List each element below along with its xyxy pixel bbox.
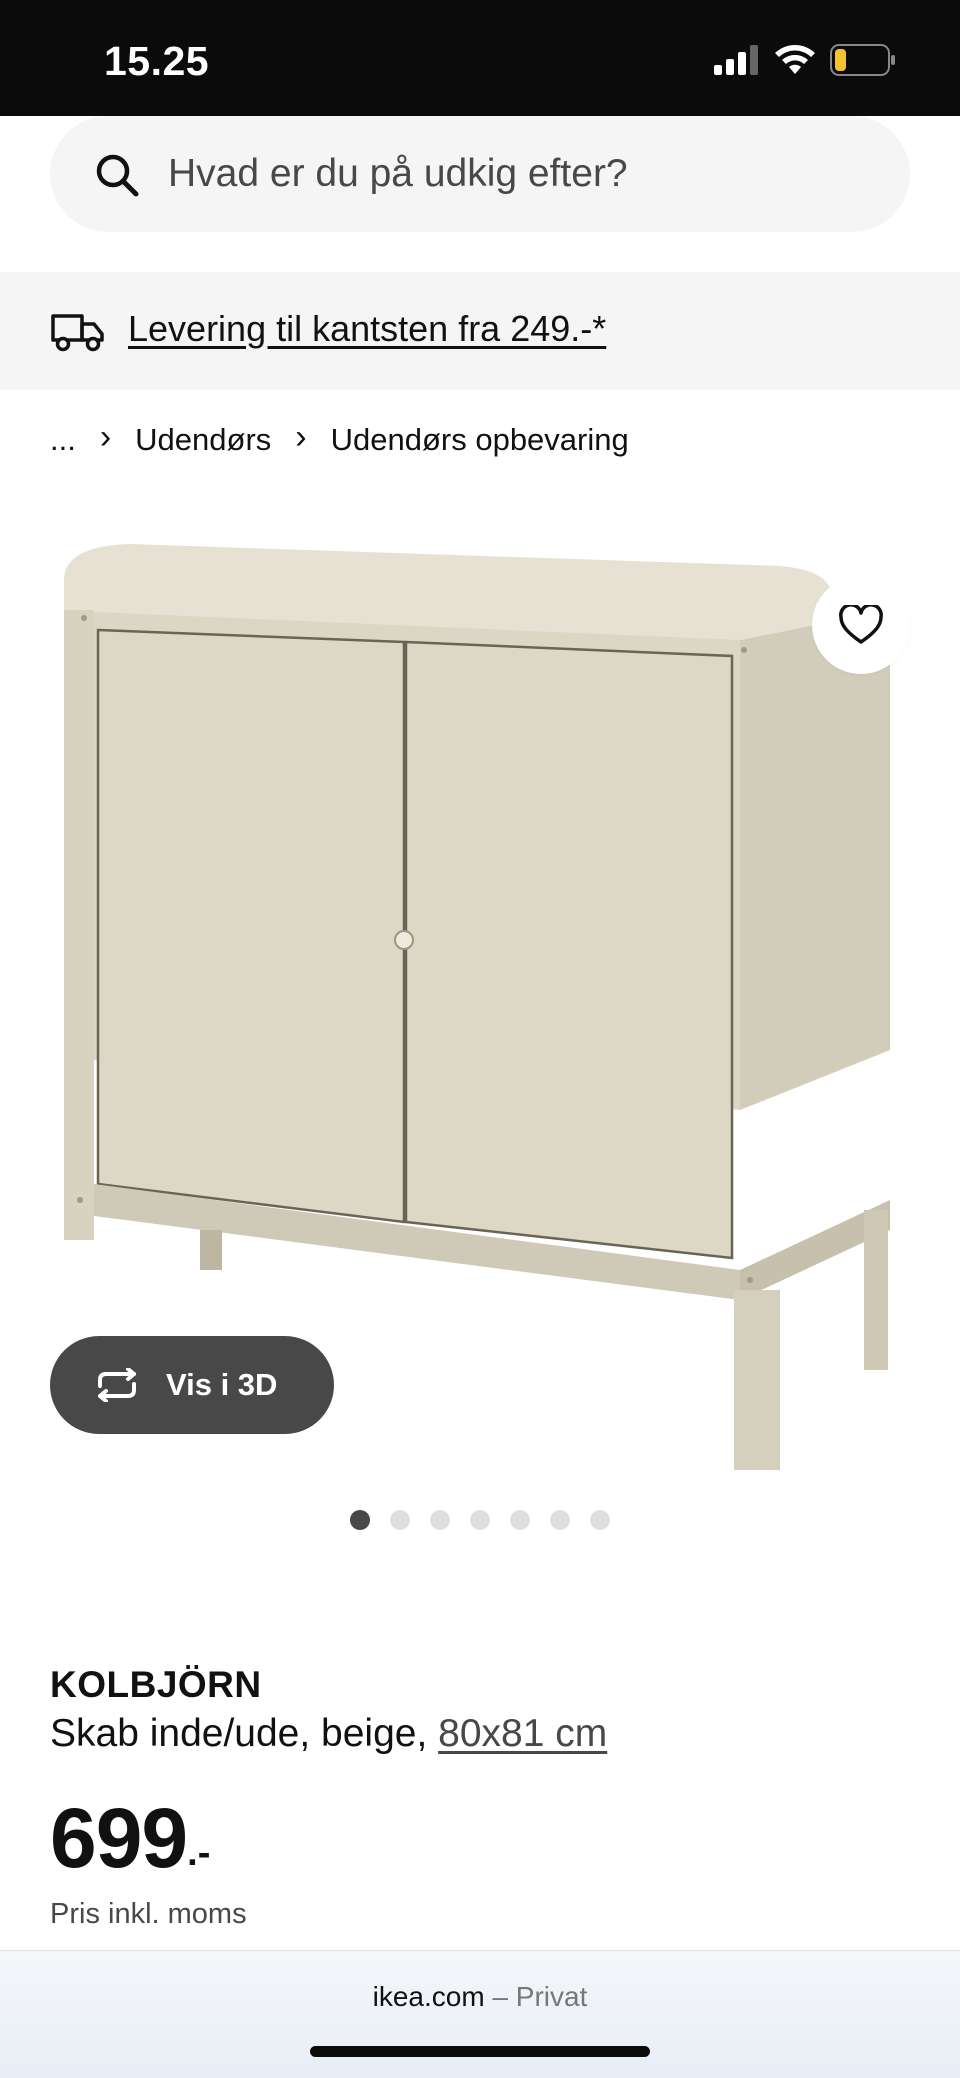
- status-icons: [714, 44, 896, 76]
- product-name: KOLBJÖRN: [50, 1664, 262, 1705]
- carousel-dot[interactable]: [470, 1510, 490, 1530]
- product-price: 699 .-: [50, 1796, 210, 1880]
- price-suffix: .-: [187, 1832, 211, 1874]
- product-description-text: Skab inde/ude, beige,: [50, 1712, 439, 1755]
- home-indicator[interactable]: [310, 2046, 650, 2057]
- signal-icon: [714, 45, 758, 75]
- status-time: 15.25: [104, 38, 210, 84]
- view-3d-label: Vis i 3D: [166, 1367, 278, 1402]
- domain-text: ikea.com: [372, 1981, 485, 2012]
- breadcrumb-udendors-opbevaring[interactable]: Udendørs opbevaring: [331, 422, 629, 458]
- product-description: Skab inde/ude, beige, 80x81 cm: [50, 1712, 607, 1756]
- truck-icon: [50, 310, 106, 359]
- rotate-3d-icon: [98, 1368, 136, 1402]
- breadcrumb-udendors[interactable]: Udendørs: [135, 422, 271, 458]
- browser-address-bar[interactable]: ikea.com – Privat: [0, 1950, 960, 2078]
- breadcrumb: ... › Udendørs › Udendørs opbevaring: [50, 418, 629, 459]
- status-bar: 15.25: [0, 0, 960, 116]
- wishlist-button[interactable]: [812, 576, 910, 674]
- breadcrumb-more[interactable]: ...: [50, 422, 76, 458]
- product-image[interactable]: [50, 530, 910, 1490]
- browser-domain: ikea.com – Privat: [0, 1981, 960, 2013]
- carousel-dot[interactable]: [430, 1510, 450, 1530]
- chevron-right-icon: ›: [295, 418, 307, 456]
- chevron-right-icon: ›: [99, 418, 112, 456]
- product-size-link[interactable]: 80x81 cm: [438, 1712, 607, 1755]
- carousel-dot[interactable]: [590, 1510, 610, 1530]
- search-bar[interactable]: [50, 116, 910, 232]
- carousel-dot[interactable]: [510, 1510, 530, 1530]
- price-note: Pris inkl. moms: [50, 1898, 247, 1930]
- view-3d-button[interactable]: Vis i 3D: [50, 1336, 334, 1434]
- carousel-dot[interactable]: [550, 1510, 570, 1530]
- heart-icon: [839, 605, 883, 644]
- private-mode-label: Privat: [515, 1981, 588, 2012]
- carousel-dot[interactable]: [390, 1510, 410, 1530]
- wifi-icon: [775, 45, 815, 74]
- price-integer: 699: [50, 1791, 188, 1885]
- domain-separator: –: [484, 1981, 516, 2012]
- battery-icon: [830, 44, 895, 76]
- delivery-link[interactable]: Levering til kantsten fra 249.-*: [128, 308, 606, 350]
- carousel-dot[interactable]: [350, 1510, 370, 1530]
- carousel-dots: [0, 1510, 960, 1530]
- delivery-banner: Levering til kantsten fra 249.-*: [0, 272, 960, 390]
- search-icon: [94, 152, 140, 203]
- search-input[interactable]: [168, 116, 868, 232]
